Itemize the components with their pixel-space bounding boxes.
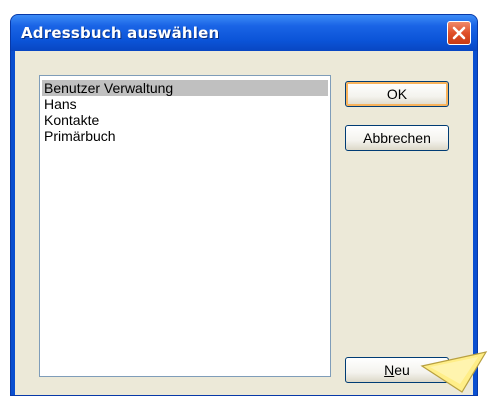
title-bar[interactable]: Adressbuch auswählen [11,15,477,51]
close-icon [452,26,466,40]
cancel-button-label: Abbrechen [363,130,431,146]
cancel-button[interactable]: Abbrechen [345,125,449,151]
list-item[interactable]: Primärbuch [42,128,328,144]
new-button-label: eu [394,362,410,378]
dialog-body: Benutzer Verwaltung Hans Kontakte Primär… [15,51,473,395]
new-button-mnemonic: N [384,362,395,378]
list-item[interactable]: Hans [42,96,328,112]
ok-button[interactable]: OK [345,81,449,107]
address-book-dialog: Adressbuch auswählen Benutzer Verwaltung… [10,14,478,396]
address-book-list[interactable]: Benutzer Verwaltung Hans Kontakte Primär… [39,75,331,377]
list-item[interactable]: Benutzer Verwaltung [42,80,328,96]
close-button[interactable] [447,21,471,45]
callout-pointer-icon [420,351,488,393]
ok-button-label: OK [386,86,408,102]
list-item[interactable]: Kontakte [42,112,328,128]
dialog-title: Adressbuch auswählen [21,24,220,42]
